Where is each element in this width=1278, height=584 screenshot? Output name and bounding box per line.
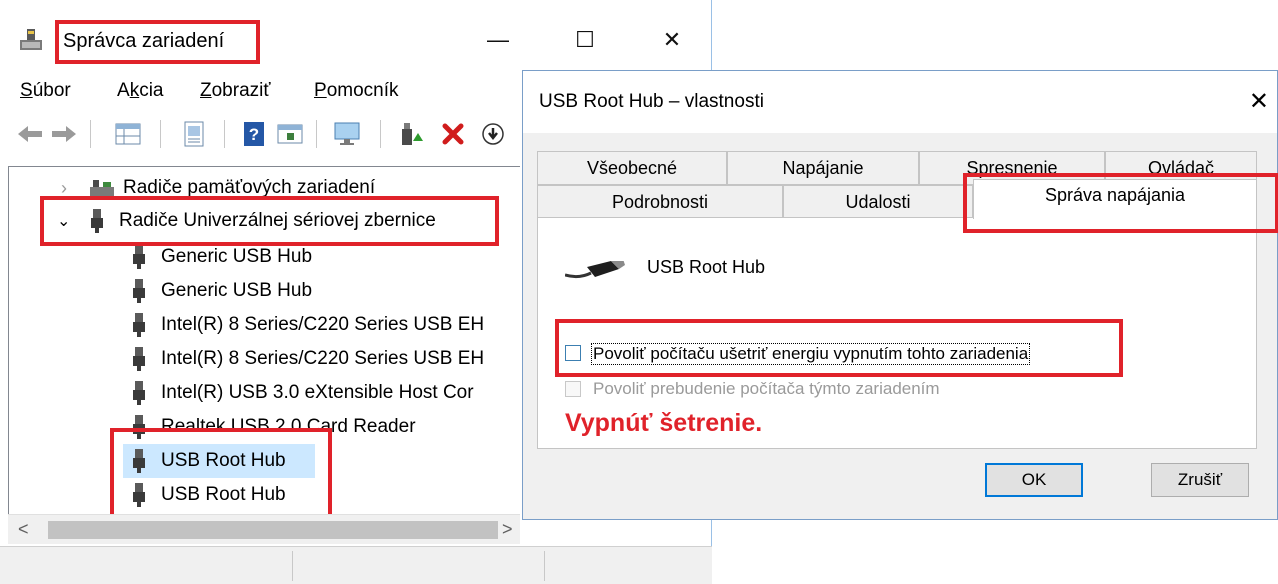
document-button[interactable] (178, 118, 210, 150)
forward-button[interactable] (48, 118, 80, 150)
maximize-button[interactable]: ☐ (565, 22, 605, 58)
highlight-box-usb-category (40, 196, 499, 246)
document-icon (184, 121, 204, 147)
highlight-box-power-tab (963, 173, 1278, 233)
help-button[interactable]: ? (238, 118, 270, 150)
svg-text:?: ? (249, 125, 259, 144)
properties-grid-icon (115, 123, 141, 145)
help-icon: ? (244, 122, 264, 146)
tree-item-intel-usb3[interactable]: Intel(R) USB 3.0 eXtensible Host Cor (131, 376, 474, 410)
close-icon: ✕ (662, 27, 682, 52)
toolbar-separator (224, 120, 225, 148)
close-button[interactable]: ✕ (652, 22, 692, 58)
scan-hardware-button[interactable] (330, 118, 366, 150)
menu-file[interactable]: Súbor (20, 80, 71, 102)
status-separator (544, 551, 545, 581)
enable-device-icon (402, 123, 423, 145)
tree-item-label: Intel(R) USB 3.0 eXtensible Host Cor (161, 382, 474, 403)
update-driver-icon (482, 123, 504, 145)
toolbar-separator (380, 120, 381, 148)
status-bar (0, 546, 712, 584)
tab-general[interactable]: Všeobecné (537, 151, 727, 185)
usb-plug-icon (133, 279, 145, 303)
scroll-right-icon[interactable]: > (502, 519, 513, 540)
device-name: USB Root Hub (647, 257, 766, 277)
forward-arrow-icon (52, 126, 76, 142)
tree-item-label: Intel(R) 8 Series/C220 Series USB EH (161, 348, 485, 369)
dialog-close-button[interactable]: ✕ (1249, 87, 1269, 116)
scrollbar-thumb[interactable] (48, 521, 498, 539)
highlight-box-title (55, 20, 260, 64)
tab-details[interactable]: Podrobnosti (537, 185, 783, 219)
tree-item-generic-usb-hub-2[interactable]: Generic USB Hub (131, 274, 312, 308)
highlight-box-root-hubs (110, 428, 332, 520)
dialog-title-bar: USB Root Hub – vlastnosti ✕ (523, 71, 1277, 133)
menu-action[interactable]: Akcia (117, 80, 163, 102)
uninstall-button[interactable] (438, 118, 468, 150)
label-allow-power-off[interactable]: Povoliť počítaču ušetriť energiu vypnutí… (591, 343, 1031, 365)
properties-dialog: USB Root Hub – vlastnosti ✕ Všeobecné Na… (522, 70, 1278, 520)
menu-view[interactable]: Zobraziť (200, 80, 270, 102)
checkbox-allow-power-off[interactable] (565, 345, 581, 361)
menu-help[interactable]: Pomocník (314, 80, 399, 102)
tab-events[interactable]: Udalosti (783, 185, 973, 219)
checkbox-allow-wake (565, 381, 581, 397)
properties-button[interactable] (112, 118, 144, 150)
usb-plug-icon (133, 347, 145, 371)
status-separator (292, 551, 293, 581)
dialog-title: USB Root Hub – vlastnosti (539, 91, 764, 112)
back-arrow-icon (18, 126, 42, 142)
view-icon (277, 124, 303, 144)
minimize-button[interactable]: — (478, 22, 518, 58)
monitor-icon (334, 122, 360, 145)
usb-cable-icon (565, 261, 625, 279)
tree-item-intel-eh-2[interactable]: Intel(R) 8 Series/C220 Series USB EH (131, 342, 484, 376)
view-button[interactable] (274, 118, 306, 150)
tree-item-label: Generic USB Hub (161, 246, 313, 267)
tab-power[interactable]: Napájanie (727, 151, 919, 185)
horizontal-scrollbar[interactable]: < > (8, 514, 520, 544)
back-button[interactable] (14, 118, 46, 150)
toolbar-separator (90, 120, 91, 148)
annotation-text: Vypnúť šetrenie. (565, 409, 763, 437)
device-manager-app-icon (20, 29, 42, 50)
scroll-left-icon[interactable]: < (18, 519, 29, 540)
cancel-button[interactable]: Zrušiť (1151, 463, 1249, 497)
update-driver-button[interactable] (478, 118, 508, 150)
ok-button[interactable]: OK (985, 463, 1083, 497)
toolbar-separator (160, 120, 161, 148)
usb-plug-icon (133, 245, 145, 269)
tree-item-label: Generic USB Hub (161, 280, 313, 301)
tree-item-label: Intel(R) 8 Series/C220 Series USB EH (161, 314, 485, 335)
toolbar-separator (316, 120, 317, 148)
minimize-icon: — (487, 27, 509, 52)
usb-plug-icon (133, 381, 145, 405)
uninstall-x-icon (442, 123, 464, 145)
usb-plug-icon (133, 313, 145, 337)
enable-device-button[interactable] (396, 118, 428, 150)
maximize-icon: ☐ (575, 27, 595, 52)
label-allow-wake: Povoliť prebudenie počítača týmto zariad… (593, 379, 940, 398)
tree-item-intel-eh-1[interactable]: Intel(R) 8 Series/C220 Series USB EH (131, 308, 484, 342)
